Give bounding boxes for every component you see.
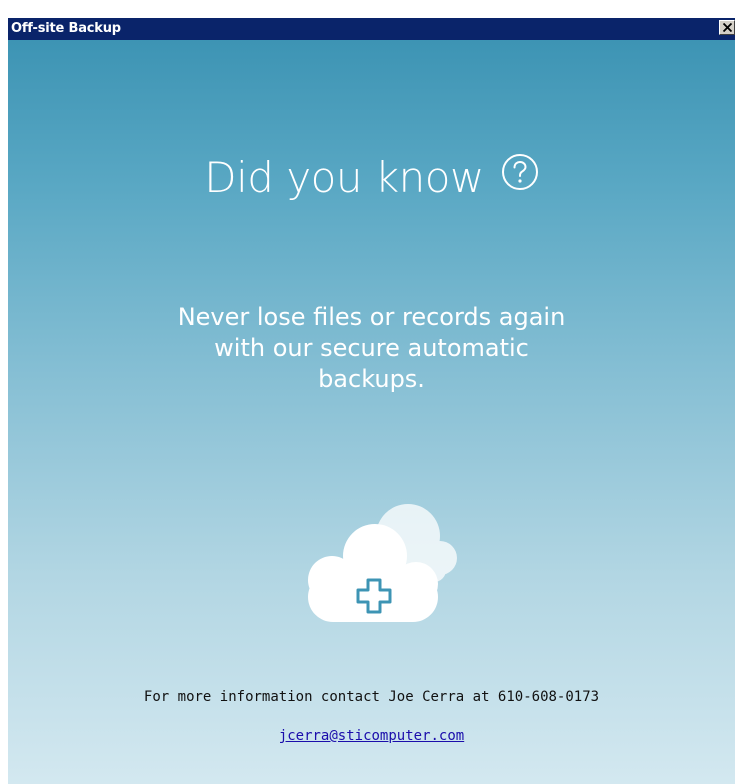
- email-link-row: jcerra@sticomputer.com: [8, 726, 735, 746]
- heading: Did you know: [8, 152, 735, 207]
- content-panel: Did you know Never lose files or records…: [8, 40, 735, 784]
- contact-text: For more information contact Joe Cerra a…: [143, 689, 600, 705]
- message-line: Never lose files or records again: [177, 303, 566, 331]
- question-circle-icon: [501, 151, 539, 203]
- window-title: Off-site Backup: [11, 21, 121, 36]
- email-link[interactable]: jcerra@sticomputer.com: [279, 728, 464, 744]
- close-button[interactable]: [719, 20, 735, 35]
- dialog-window: Off-site Backup Did you know Never lose …: [8, 18, 735, 784]
- heading-text: Did you know: [204, 153, 484, 202]
- close-icon: [723, 23, 732, 32]
- cloud-plus-icon: [290, 496, 460, 626]
- message-line: with our secure automatic: [214, 334, 529, 362]
- promo-message: Never lose files or records again with o…: [8, 302, 735, 395]
- title-bar[interactable]: Off-site Backup: [8, 18, 735, 40]
- message-line: backups.: [318, 365, 425, 393]
